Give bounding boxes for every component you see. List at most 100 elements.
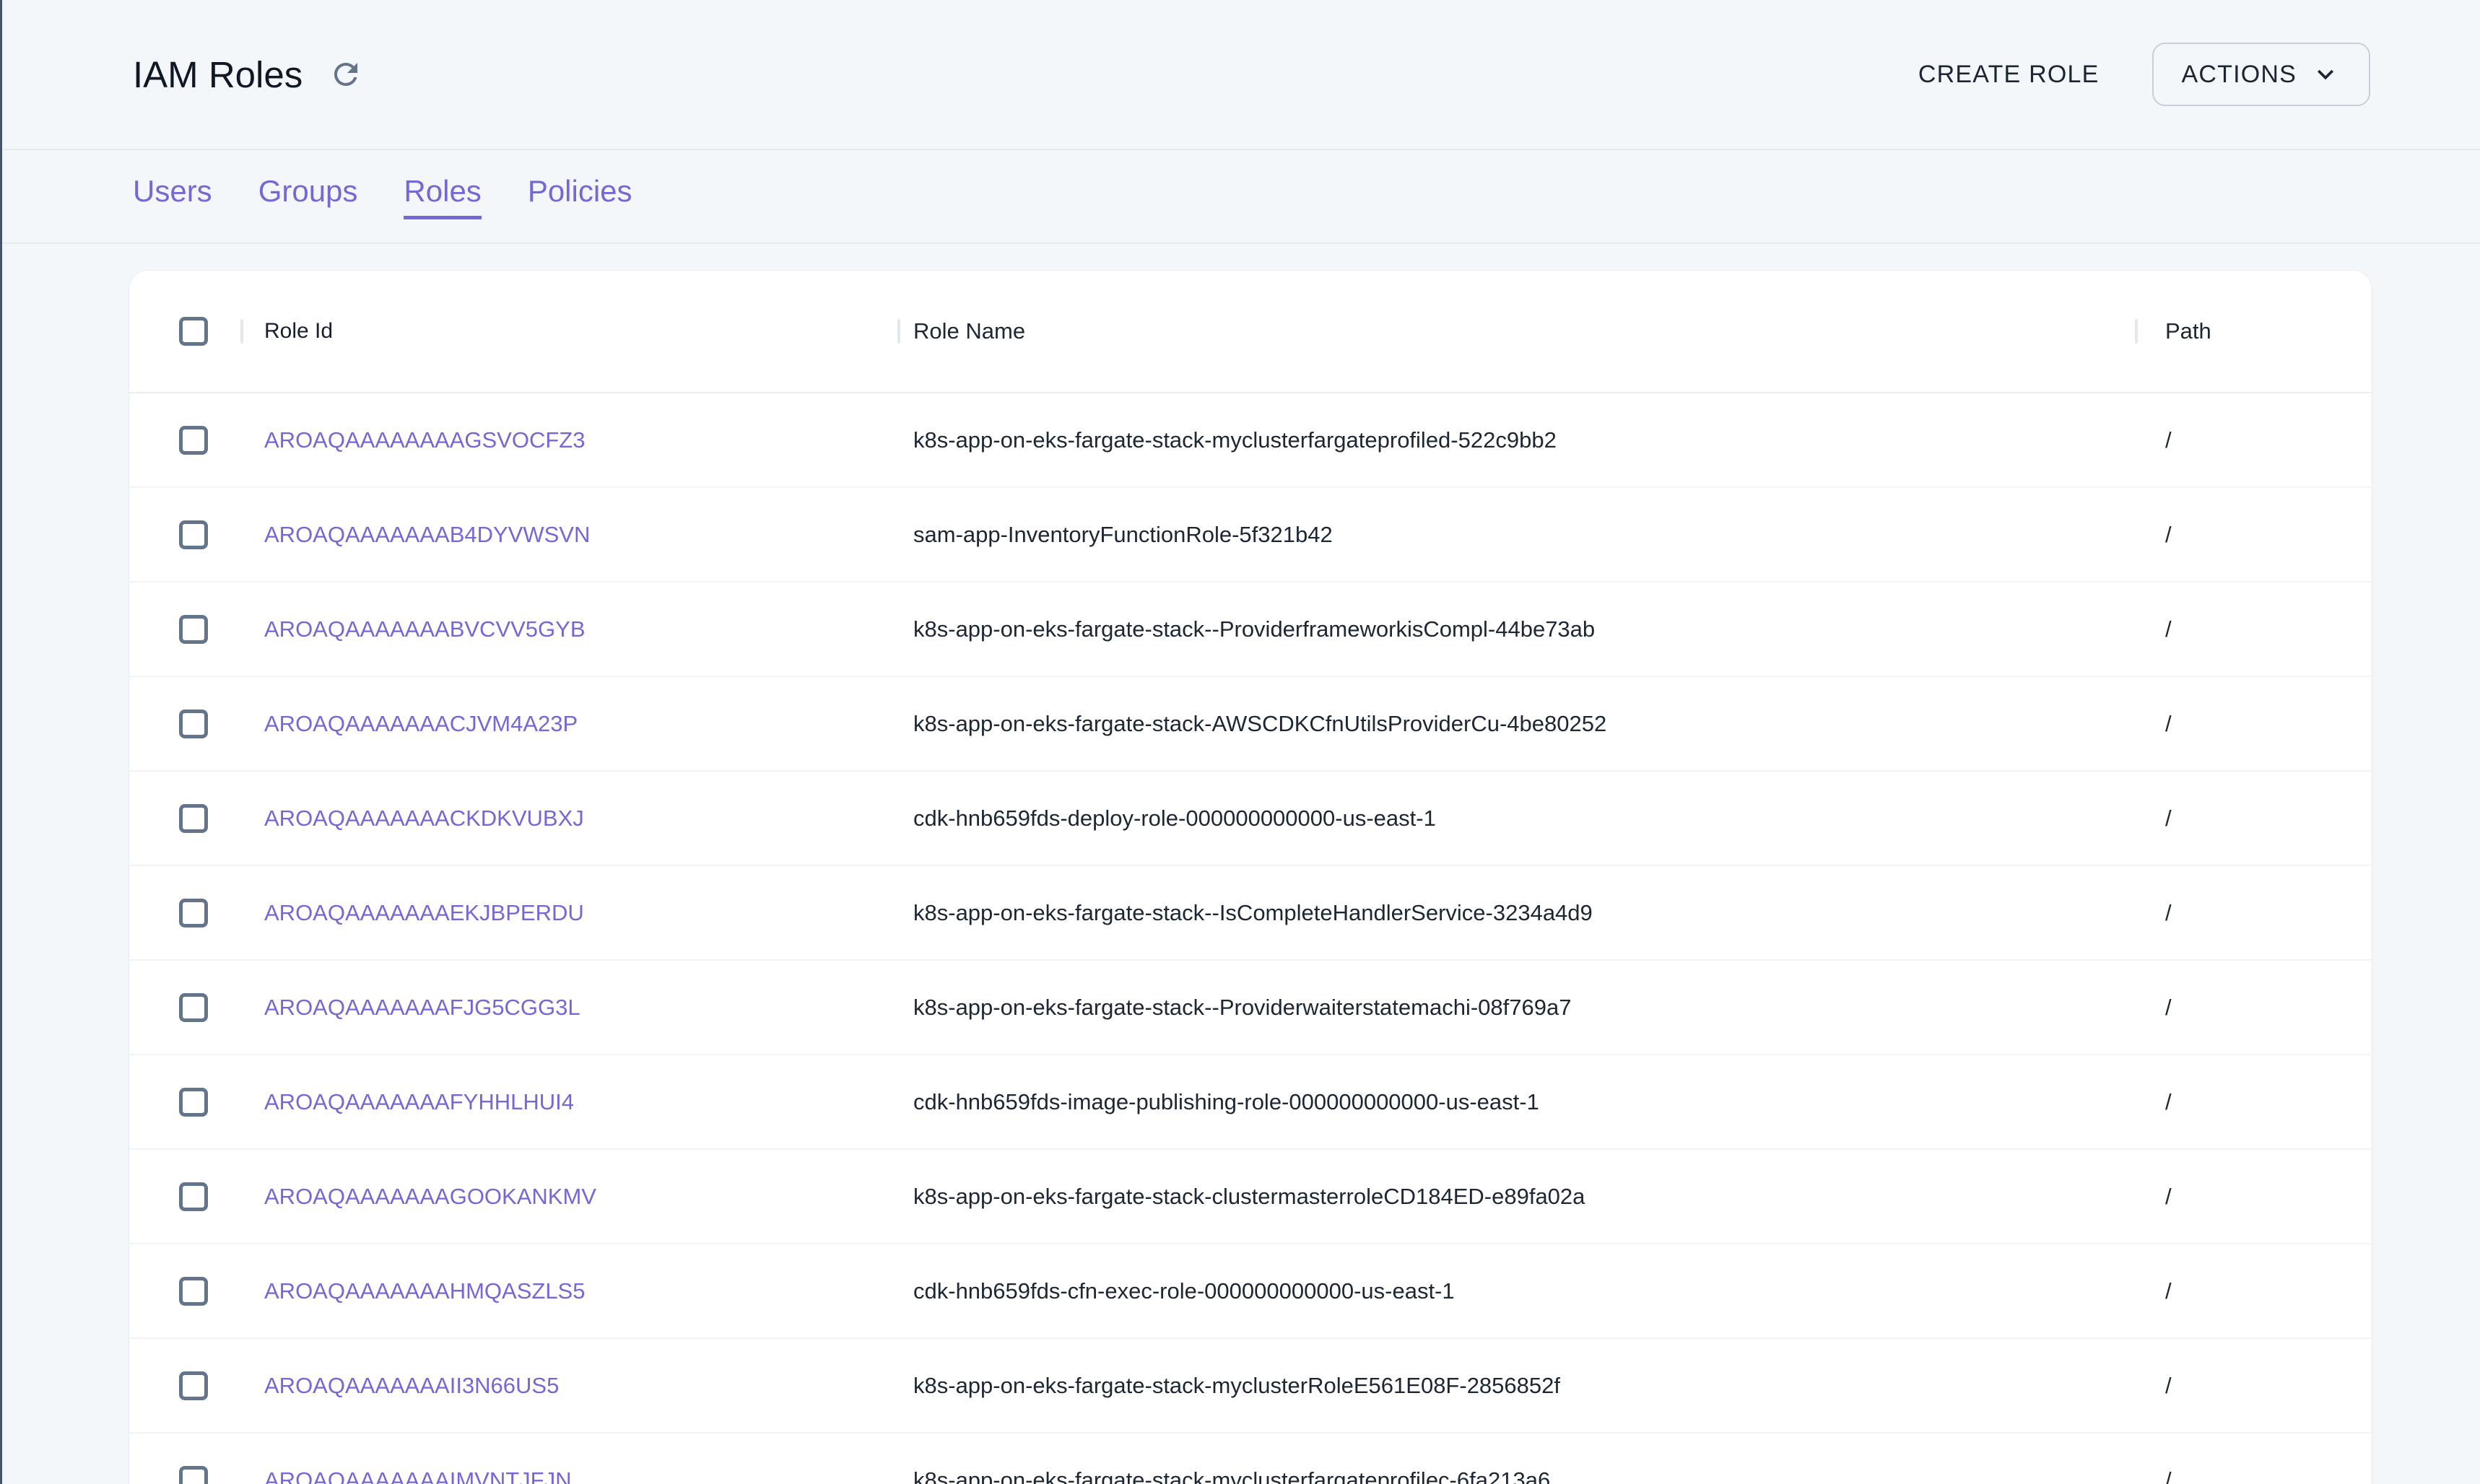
table-body: AROAQAAAAAAAAGSVOCFZ3 k8s-app-on-eks-far… — [129, 393, 2372, 1484]
role-name-cell: cdk-hnb659fds-image-publishing-role-0000… — [897, 1089, 2135, 1115]
tab-groups[interactable]: Groups — [258, 173, 358, 219]
role-id-cell: AROAQAAAAAAABVCVV5GYB — [240, 616, 897, 642]
row-checkbox[interactable] — [179, 615, 208, 644]
row-checkbox[interactable] — [179, 1371, 208, 1400]
select-all-cell — [129, 317, 240, 346]
role-id-cell: AROAQAAAAAAACJVM4A23P — [240, 711, 897, 737]
role-id-cell: AROAQAAAAAAAFYHHLHUI4 — [240, 1089, 897, 1115]
role-id-cell: AROAQAAAAAAAFJG5CGG3L — [240, 995, 897, 1021]
role-id-link[interactable]: AROAQAAAAAAABVCVV5GYB — [264, 616, 586, 642]
row-checkbox-cell — [129, 1371, 240, 1400]
role-id-cell: AROAQAAAAAAAEKJBPERDU — [240, 900, 897, 926]
row-checkbox[interactable] — [179, 804, 208, 833]
table-header-row: Role Id Role Name Path — [129, 271, 2372, 393]
role-id-link[interactable]: AROAQAAAAAAAAGSVOCFZ3 — [264, 427, 585, 453]
row-checkbox[interactable] — [179, 1466, 208, 1484]
actions-button[interactable]: ACTIONS — [2152, 43, 2370, 106]
tab-users[interactable]: Users — [133, 173, 212, 219]
row-checkbox-cell — [129, 1182, 240, 1211]
role-id-cell: AROAQAAAAAAAIMVNTJFJN — [240, 1467, 897, 1484]
row-checkbox[interactable] — [179, 710, 208, 738]
table-row: AROAQAAAAAAABVCVV5GYB k8s-app-on-eks-far… — [129, 582, 2372, 677]
row-checkbox[interactable] — [179, 520, 208, 549]
role-path-cell: / — [2135, 806, 2372, 832]
role-id-link[interactable]: AROAQAAAAAAAFJG5CGG3L — [264, 995, 580, 1021]
table-row: AROAQAAAAAAACKDKVUBXJ cdk-hnb659fds-depl… — [129, 772, 2372, 866]
tab-roles[interactable]: Roles — [404, 173, 481, 219]
role-id-link[interactable]: AROAQAAAAAAAEKJBPERDU — [264, 900, 584, 926]
role-path-cell: / — [2135, 427, 2372, 453]
role-path-cell: / — [2135, 1278, 2372, 1304]
row-checkbox-cell — [129, 615, 240, 644]
refresh-button[interactable] — [324, 53, 367, 96]
role-name-cell: k8s-app-on-eks-fargate-stack-myclusterfa… — [897, 1467, 2135, 1484]
role-path-cell: / — [2135, 900, 2372, 926]
role-name-cell: cdk-hnb659fds-cfn-exec-role-000000000000… — [897, 1278, 2135, 1304]
role-name-cell: k8s-app-on-eks-fargate-stack-myclusterfa… — [897, 427, 2135, 453]
row-checkbox-cell — [129, 426, 240, 455]
role-id-link[interactable]: AROAQAAAAAAACJVM4A23P — [264, 711, 578, 737]
row-checkbox[interactable] — [179, 1182, 208, 1211]
role-path-cell: / — [2135, 616, 2372, 642]
role-name-cell: k8s-app-on-eks-fargate-stack--Providerwa… — [897, 995, 2135, 1021]
role-id-link[interactable]: AROAQAAAAAAAHMQASZLS5 — [264, 1278, 585, 1304]
table-row: AROAQAAAAAAAFYHHLHUI4 cdk-hnb659fds-imag… — [129, 1055, 2372, 1150]
row-checkbox-cell — [129, 899, 240, 928]
page-title: IAM Roles — [133, 53, 303, 96]
table-row: AROAQAAAAAAAII3N66US5 k8s-app-on-eks-far… — [129, 1339, 2372, 1433]
role-id-link[interactable]: AROAQAAAAAAAB4DYVWSVN — [264, 522, 590, 548]
tab-policies[interactable]: Policies — [528, 173, 632, 219]
actions-button-label: ACTIONS — [2181, 61, 2297, 89]
role-id-link[interactable]: AROAQAAAAAAAGOOKANKMV — [264, 1184, 596, 1210]
table-row: AROAQAAAAAAAEKJBPERDU k8s-app-on-eks-far… — [129, 866, 2372, 961]
table-row: AROAQAAAAAAAIMVNTJFJN k8s-app-on-eks-far… — [129, 1433, 2372, 1484]
role-path-cell: / — [2135, 522, 2372, 548]
column-header-role-id: Role Id — [240, 319, 897, 344]
role-name-cell: cdk-hnb659fds-deploy-role-000000000000-u… — [897, 806, 2135, 832]
select-all-checkbox[interactable] — [179, 317, 208, 346]
row-checkbox-cell — [129, 1088, 240, 1117]
role-id-link[interactable]: AROAQAAAAAAAIMVNTJFJN — [264, 1467, 571, 1484]
role-name-cell: k8s-app-on-eks-fargate-stack-clustermast… — [897, 1184, 2135, 1210]
table-row: AROAQAAAAAAACJVM4A23P k8s-app-on-eks-far… — [129, 677, 2372, 772]
role-path-cell: / — [2135, 1184, 2372, 1210]
table-row: AROAQAAAAAAAB4DYVWSVN sam-app-InventoryF… — [129, 488, 2372, 582]
row-checkbox-cell — [129, 1277, 240, 1306]
iam-tabs: Users Groups Roles Policies — [0, 150, 2480, 244]
role-id-cell: AROAQAAAAAAAHMQASZLS5 — [240, 1278, 897, 1304]
table-row: AROAQAAAAAAAAGSVOCFZ3 k8s-app-on-eks-far… — [129, 393, 2372, 488]
role-name-cell: sam-app-InventoryFunctionRole-5f321b42 — [897, 522, 2135, 548]
table-row: AROAQAAAAAAAGOOKANKMV k8s-app-on-eks-far… — [129, 1150, 2372, 1244]
row-checkbox[interactable] — [179, 993, 208, 1022]
row-checkbox-cell — [129, 804, 240, 833]
column-header-role-name: Role Name — [897, 318, 2135, 344]
row-checkbox-cell — [129, 1466, 240, 1484]
row-checkbox-cell — [129, 710, 240, 738]
table-row: AROAQAAAAAAAFJG5CGG3L k8s-app-on-eks-far… — [129, 961, 2372, 1055]
role-path-cell: / — [2135, 1467, 2372, 1484]
header-actions: CREATE ROLE ACTIONS — [1915, 43, 2370, 106]
role-id-cell: AROAQAAAAAAAB4DYVWSVN — [240, 522, 897, 548]
role-id-cell: AROAQAAAAAAAAGSVOCFZ3 — [240, 427, 897, 453]
role-id-cell: AROAQAAAAAAACKDKVUBXJ — [240, 806, 897, 832]
row-checkbox[interactable] — [179, 899, 208, 928]
roles-table-card: Role Id Role Name Path AROAQAAAAAAAAGSVO… — [129, 271, 2372, 1484]
role-id-link[interactable]: AROAQAAAAAAAFYHHLHUI4 — [264, 1089, 574, 1115]
role-name-cell: k8s-app-on-eks-fargate-stack--Providerfr… — [897, 616, 2135, 642]
chevron-down-icon — [2310, 58, 2341, 90]
row-checkbox[interactable] — [179, 1277, 208, 1306]
role-name-cell: k8s-app-on-eks-fargate-stack-AWSCDKCfnUt… — [897, 711, 2135, 737]
window-left-edge — [0, 0, 2, 1484]
role-id-link[interactable]: AROAQAAAAAAACKDKVUBXJ — [264, 806, 584, 832]
row-checkbox-cell — [129, 993, 240, 1022]
role-name-cell: k8s-app-on-eks-fargate-stack-myclusterRo… — [897, 1373, 2135, 1399]
row-checkbox[interactable] — [179, 426, 208, 455]
create-role-button[interactable]: CREATE ROLE — [1915, 51, 2102, 99]
role-id-link[interactable]: AROAQAAAAAAAII3N66US5 — [264, 1373, 559, 1399]
table-row: AROAQAAAAAAAHMQASZLS5 cdk-hnb659fds-cfn-… — [129, 1244, 2372, 1339]
row-checkbox[interactable] — [179, 1088, 208, 1117]
page-header: IAM Roles CREATE ROLE ACTIONS — [0, 0, 2480, 150]
row-checkbox-cell — [129, 520, 240, 549]
column-header-path: Path — [2135, 318, 2372, 344]
role-path-cell: / — [2135, 995, 2372, 1021]
